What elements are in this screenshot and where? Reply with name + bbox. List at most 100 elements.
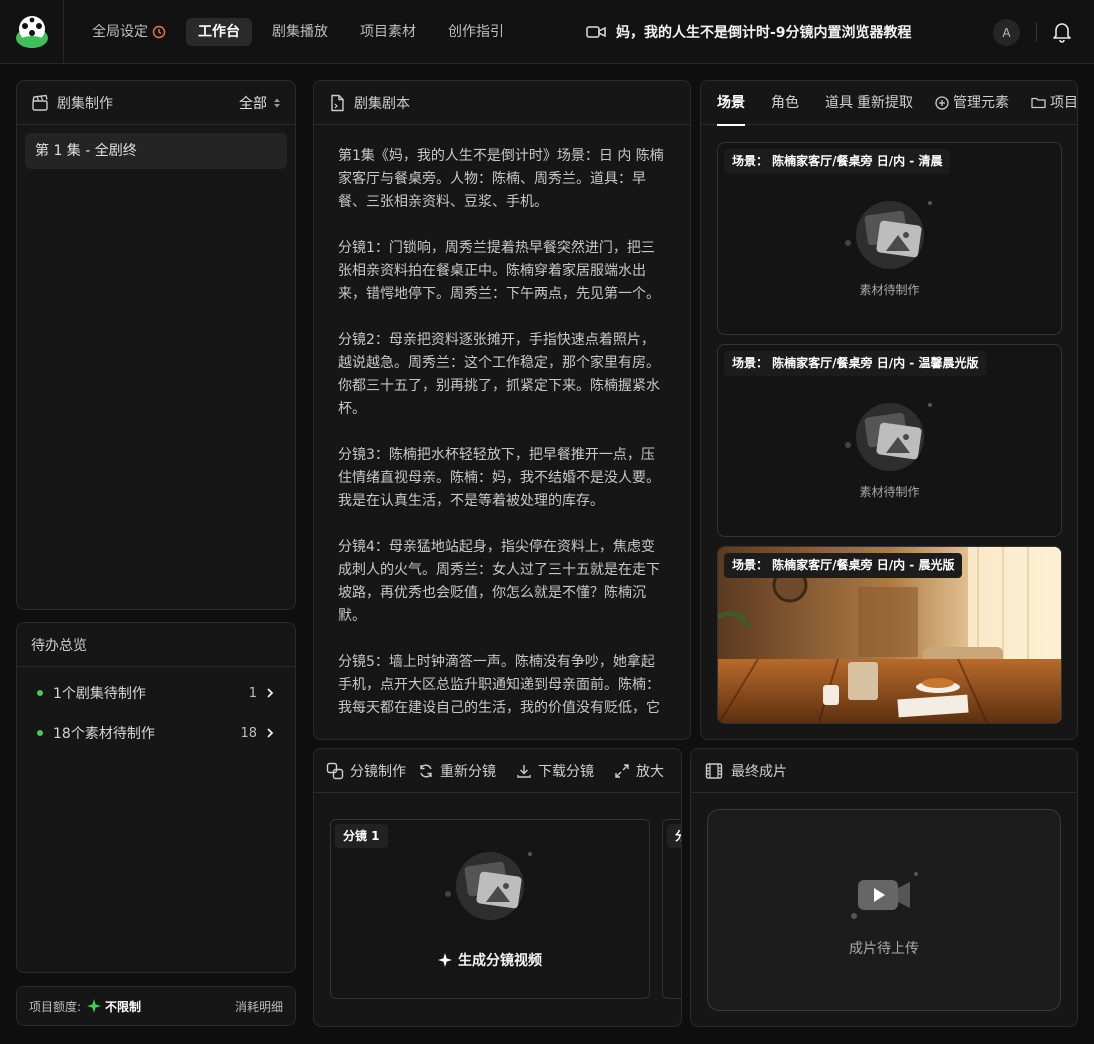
tab-scenes[interactable]: 场景: [717, 81, 745, 126]
tab-label: 道具: [825, 94, 853, 111]
folder-icon: [1031, 97, 1046, 109]
final-header: 最终成片: [691, 749, 1077, 793]
script-paragraph: 分镜5：墙上时钟滴答一声。陈楠没有争吵，她拿起手机，点开大区总监升职通知递到母亲…: [338, 654, 660, 716]
script-paragraph: 分镜4：母亲猛地站起身，指尖停在资料上，焦虑变成刺人的火气。周秀兰：女人过了三十…: [338, 539, 660, 624]
nav-workbench[interactable]: 工作台: [186, 18, 252, 46]
resplit-button[interactable]: 重新分镜: [418, 761, 496, 781]
action-label: 放大: [636, 763, 664, 780]
episodes-panel: 剧集制作 全部 第 1 集 - 全剧终: [16, 80, 296, 610]
quota-label: 项目额度:: [29, 999, 82, 1014]
image-placeholder-icon: [844, 201, 932, 269]
action-label: 下载分镜: [538, 763, 594, 780]
image-placeholder-icon: [844, 403, 932, 471]
refresh-icon: [420, 764, 432, 777]
scene-label: 场景： 陈楠家客厅/餐桌旁 日/内 - 晨光版: [724, 553, 963, 578]
top-bar: 全局设定 工作台 剧集播放 项目素材 创作指引 妈，我的人生不是倒计时-9分镜内…: [0, 0, 1094, 64]
tab-label: 管理元素: [953, 94, 1009, 111]
final-video-upload-area[interactable]: 成片待上传: [707, 809, 1061, 1011]
episodes-title: 剧集制作: [57, 95, 113, 112]
status-dot: [37, 690, 43, 696]
project-title: 妈，我的人生不是倒计时-9分镜内置浏览器教程: [586, 20, 912, 44]
chevron-right-icon: [267, 688, 274, 698]
video-camera-icon: [586, 26, 606, 38]
sparkle-icon: [438, 953, 452, 967]
tab-label: 项目: [1050, 94, 1078, 111]
clock-icon: [152, 25, 166, 39]
todo-label: 18个素材待制作: [53, 726, 155, 742]
quota-value: 不限制: [105, 999, 142, 1014]
status-dot: [37, 730, 43, 736]
expand-button[interactable]: 放大: [614, 761, 664, 781]
todo-count: 1: [248, 685, 257, 701]
final-title: 最终成片: [731, 763, 787, 780]
nav-label: 创作指引: [448, 24, 504, 40]
quota-panel: 项目额度: 不限制 消耗明细: [16, 986, 296, 1026]
asset-status: 素材待制作: [859, 283, 920, 297]
avatar[interactable]: A: [993, 19, 1020, 46]
scene-card[interactable]: 场景： 陈楠家客厅/餐桌旁 日/内 - 晨光版: [717, 546, 1062, 724]
tab-label: 场景: [717, 94, 745, 111]
tab-props[interactable]: 道具: [825, 81, 853, 125]
asset-status: 素材待制作: [859, 485, 920, 499]
nav-creation-guide[interactable]: 创作指引: [436, 18, 516, 46]
final-status: 成片待上传: [849, 941, 919, 957]
sort-arrows-icon: [274, 98, 280, 107]
scene-card[interactable]: 场景： 陈楠家客厅/餐桌旁 日/内 - 温馨晨光版 素材待制作: [717, 344, 1062, 537]
plus-circle-icon: [935, 95, 949, 110]
todo-count: 18: [240, 725, 257, 741]
scene-label: 场景： 陈楠家客厅/餐桌旁 日/内 - 温馨晨光版: [724, 351, 987, 376]
download-storyboard-button[interactable]: 下载分镜: [516, 761, 594, 781]
episode-item[interactable]: 第 1 集 - 全剧终: [25, 133, 287, 169]
script-panel: 剧集剧本 第1集《妈，我的人生不是倒计时》场景：日 内 陈楠家客厅与餐桌旁。人物…: [313, 80, 691, 740]
tab-label: 角色: [771, 94, 799, 111]
download-icon: [517, 764, 531, 778]
todo-label: 1个剧集待制作: [53, 686, 146, 702]
storyboard-panel: 分镜制作 重新分镜 下载分镜 放大 分镜 1 生成分镜视频: [313, 748, 682, 1027]
scenes-panel: 场景 角色 道具 重新提取 管理元素 项目 场景： 陈楠家客厅/餐桌旁 日/内 …: [700, 80, 1078, 740]
scene-card[interactable]: 场景： 陈楠家客厅/餐桌旁 日/内 - 清晨 素材待制作: [717, 142, 1062, 335]
storyboard-icon: [326, 762, 344, 779]
todo-header: 待办总览: [17, 623, 295, 667]
script-title: 剧集剧本: [354, 95, 410, 112]
storyboard-card[interactable]: 分: [662, 819, 681, 999]
chevron-right-icon: [267, 728, 274, 738]
manage-elements-button[interactable]: 管理元素: [935, 81, 1009, 125]
project-title-text: 妈，我的人生不是倒计时-9分镜内置浏览器教程: [616, 25, 912, 41]
nav-project-assets[interactable]: 项目素材: [348, 18, 428, 46]
document-icon: [331, 94, 344, 111]
storyboard-card[interactable]: 分镜 1 生成分镜视频: [330, 819, 650, 999]
todo-panel: 待办总览 1个剧集待制作 1 18个素材待制作 18: [16, 622, 296, 973]
app-logo-icon: [16, 16, 48, 48]
usage-detail-link[interactable]: 消耗明细: [235, 998, 283, 1015]
top-divider: [1036, 22, 1037, 42]
script-paragraph: 第1集《妈，我的人生不是倒计时》场景：日 内 陈楠家客厅与餐桌旁。人物：陈楠、周…: [338, 148, 664, 210]
film-icon: [705, 762, 723, 779]
episode-filter-select[interactable]: 全部: [239, 93, 281, 113]
script-paragraph: 分镜2：母亲把资料逐张摊开，手指快速点着照片，越说越急。周秀兰：这个工作稳定，那…: [338, 332, 660, 417]
nav-global-settings[interactable]: 全局设定: [80, 18, 178, 46]
episodes-header: 剧集制作 全部: [17, 81, 295, 125]
nav-label: 全局设定: [92, 24, 148, 40]
final-panel: 最终成片 成片待上传: [690, 748, 1078, 1027]
storyboard-label: 分: [667, 824, 681, 848]
clapperboard-icon: [32, 94, 48, 111]
project-button[interactable]: 项目: [1031, 81, 1078, 125]
top-nav: 全局设定 工作台 剧集播放 项目素材 创作指引: [80, 18, 516, 46]
tab-label: 重新提取: [857, 94, 913, 111]
todo-item-assets[interactable]: 18个素材待制作 18: [17, 713, 295, 753]
todo-item-episodes[interactable]: 1个剧集待制作 1: [17, 673, 295, 713]
video-placeholder-icon: [851, 872, 918, 919]
nav-episode-play[interactable]: 剧集播放: [260, 18, 340, 46]
generate-label: 生成分镜视频: [458, 953, 542, 969]
tab-characters[interactable]: 角色: [771, 81, 799, 125]
expand-icon: [615, 763, 629, 778]
filter-label: 全部: [239, 95, 267, 112]
logo-cell[interactable]: [0, 0, 64, 64]
storyboard-header: 分镜制作 重新分镜 下载分镜 放大: [314, 749, 681, 793]
generate-storyboard-video-button[interactable]: 生成分镜视频: [438, 950, 542, 970]
script-text[interactable]: 第1集《妈，我的人生不是倒计时》场景：日 内 陈楠家客厅与餐桌旁。人物：陈楠、周…: [314, 125, 690, 719]
bell-icon[interactable]: [1052, 21, 1072, 43]
image-placeholder-icon: [445, 852, 532, 920]
todo-title: 待办总览: [31, 637, 87, 654]
re-extract-button[interactable]: 重新提取: [857, 81, 913, 125]
